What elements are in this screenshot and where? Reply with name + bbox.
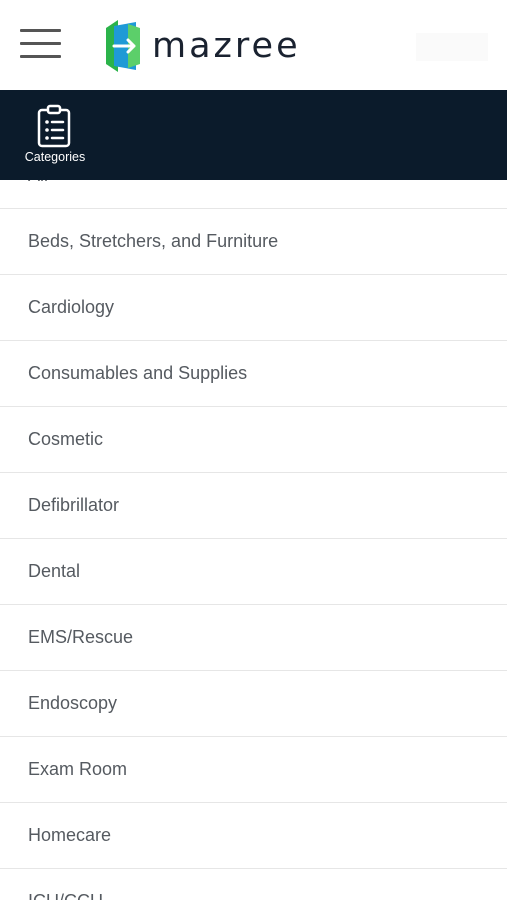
mazree-logo-icon bbox=[106, 20, 140, 72]
category-item-cosmetic[interactable]: Cosmetic bbox=[0, 407, 507, 473]
category-label: Cardiology bbox=[28, 297, 115, 317]
header-placeholder bbox=[416, 33, 488, 61]
category-item-icu-ccu[interactable]: ICU/CCU bbox=[0, 869, 507, 900]
category-list: All Beds, Stretchers, and Furniture Card… bbox=[0, 180, 507, 900]
category-label: EMS/Rescue bbox=[28, 627, 134, 647]
category-item-all[interactable]: All bbox=[0, 180, 507, 209]
category-item-ems-rescue[interactable]: EMS/Rescue bbox=[0, 605, 507, 671]
hamburger-menu-icon[interactable] bbox=[20, 29, 61, 59]
logo[interactable]: mazree bbox=[104, 18, 301, 74]
app-header: mazree bbox=[0, 0, 507, 90]
category-label: Exam Room bbox=[28, 759, 128, 779]
category-item-exam-room[interactable]: Exam Room bbox=[0, 737, 507, 803]
category-label: ICU/CCU bbox=[28, 869, 103, 900]
category-label: Cosmetic bbox=[28, 429, 104, 449]
category-label: Defibrillator bbox=[28, 495, 120, 515]
category-label: Beds, Stretchers, and Furniture bbox=[28, 231, 279, 251]
category-item-endoscopy[interactable]: Endoscopy bbox=[0, 671, 507, 737]
category-label: Dental bbox=[28, 561, 81, 581]
category-label: All bbox=[28, 180, 48, 208]
clipboard-list-icon bbox=[37, 104, 71, 148]
category-label: Endoscopy bbox=[28, 693, 118, 713]
category-item-cardiology[interactable]: Cardiology bbox=[0, 275, 507, 341]
category-item-consumables-supplies[interactable]: Consumables and Supplies bbox=[0, 341, 507, 407]
category-item-homecare[interactable]: Homecare bbox=[0, 803, 507, 869]
category-item-beds-stretchers-furniture[interactable]: Beds, Stretchers, and Furniture bbox=[0, 209, 507, 275]
brand-name: mazree bbox=[152, 26, 301, 66]
categories-label: Categories bbox=[24, 150, 86, 164]
category-item-defibrillator[interactable]: Defibrillator bbox=[0, 473, 507, 539]
category-item-dental[interactable]: Dental bbox=[0, 539, 507, 605]
categories-button[interactable]: Categories bbox=[18, 104, 92, 170]
category-label: Consumables and Supplies bbox=[28, 363, 248, 383]
category-label: Homecare bbox=[28, 825, 112, 845]
